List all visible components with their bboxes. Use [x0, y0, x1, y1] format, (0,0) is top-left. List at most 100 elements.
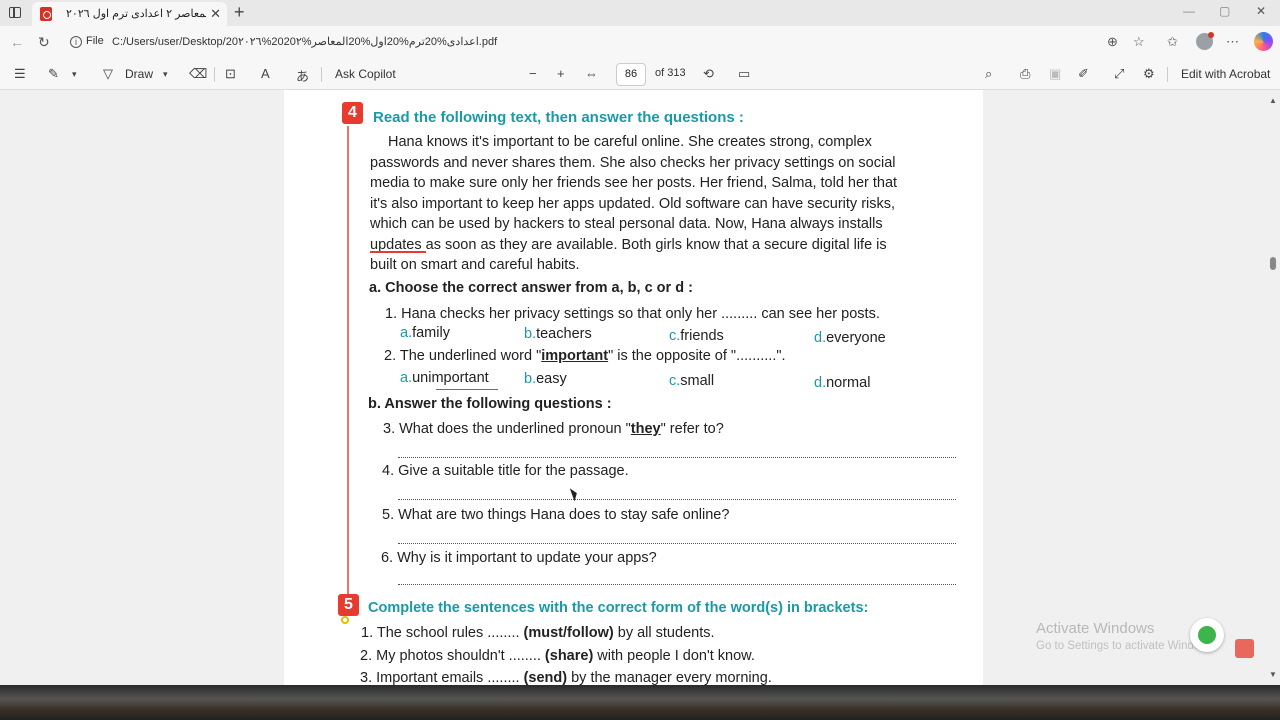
zoom-out-icon[interactable]: − — [529, 66, 537, 81]
scroll-thumb[interactable] — [1270, 257, 1276, 270]
zoom-in-icon[interactable]: + — [557, 66, 565, 81]
new-tab-button[interactable]: + — [234, 2, 245, 23]
activate-windows-subtitle: Go to Settings to activate Windows. — [1036, 640, 1218, 652]
option-text: friends — [680, 328, 724, 344]
settings-gear-icon[interactable]: ⚙ — [1143, 66, 1155, 82]
browser-tab[interactable]: المعاصر ٢ اعدادى ترم اول ٢٠٢٦.pdf ✕ — [32, 2, 227, 26]
question-text: " is the opposite of "..........". — [608, 348, 786, 364]
divider — [214, 67, 215, 82]
ask-copilot-button[interactable]: Ask Copilot — [335, 67, 396, 81]
rotate-icon[interactable]: ⟲ — [703, 66, 714, 82]
sentence-3: 3. Important emails ........ (send) by t… — [360, 670, 772, 685]
margin-line — [347, 126, 349, 596]
avatar[interactable] — [1196, 32, 1214, 50]
option-1b: b.teachers — [524, 326, 592, 342]
highlight-icon[interactable]: ✎ — [48, 66, 59, 82]
acrobat-icon[interactable] — [1235, 639, 1254, 658]
pdf-viewer[interactable]: 4 Read the following text, then answer t… — [0, 90, 1280, 685]
part-a-heading: a. Choose the correct answer from a, b, … — [369, 280, 693, 296]
passage-line: media to make sure only her friends see … — [370, 175, 898, 191]
floating-app-icon[interactable] — [1190, 618, 1224, 652]
translate-icon[interactable]: あ — [296, 66, 309, 85]
sentence-text: with people I don't know. — [593, 648, 755, 664]
passage-line: built on smart and careful habits. — [370, 257, 580, 273]
url-text: C:/Users/user/Desktop/20٢٠٢٦%20اعدادى%20… — [112, 36, 498, 48]
close-tab-icon[interactable]: ✕ — [210, 6, 221, 22]
sentence-text: 2. My photos shouldn't ........ — [360, 648, 545, 664]
scroll-up-icon[interactable]: ▲ — [1269, 96, 1277, 105]
question-number-badge: 5 — [338, 594, 359, 616]
minimize-icon[interactable]: — — [1183, 4, 1195, 18]
close-window-icon[interactable]: ✕ — [1256, 4, 1266, 18]
option-letter: b. — [524, 371, 537, 387]
divider — [321, 67, 322, 82]
page-total: of 313 — [655, 67, 686, 79]
copilot-icon[interactable] — [1254, 32, 1273, 51]
eraser-icon[interactable]: ⌫ — [189, 66, 207, 82]
edit-with-acrobat-button[interactable]: Edit with Acrobat — [1181, 67, 1270, 81]
annotation-underline — [370, 251, 426, 253]
option-1c: c.friends — [669, 328, 724, 344]
sentence-text: 3. Important emails ........ — [360, 670, 524, 685]
passage-line: Hana knows it's important to be careful … — [388, 134, 872, 150]
option-text: unimportant — [412, 370, 489, 386]
zoom-icon[interactable]: ⊕ — [1107, 34, 1118, 50]
option-text: easy — [536, 371, 567, 387]
maximize-icon[interactable]: ▢ — [1219, 4, 1230, 18]
passage-line: passwords and never shares them. She als… — [370, 154, 896, 171]
option-text: small — [680, 373, 715, 389]
underlined-word: they — [630, 421, 661, 437]
sidebar-toggle-icon[interactable] — [8, 5, 24, 21]
question-text: " refer to? — [660, 421, 724, 437]
answer-line — [398, 457, 956, 458]
option-text: family — [412, 325, 450, 341]
option-2d: d.normal — [814, 375, 870, 391]
favorite-star-icon[interactable]: ☆ — [1133, 34, 1145, 50]
fit-page-icon[interactable]: ⇔ — [585, 66, 598, 81]
text-box-icon[interactable]: ⊡ — [225, 66, 236, 82]
more-menu-icon[interactable]: ⋯ — [1226, 34, 1239, 50]
search-icon[interactable]: ⌕ — [985, 66, 992, 82]
pdf-page: 4 Read the following text, then answer t… — [284, 90, 983, 685]
page-number-input[interactable]: 86 — [616, 63, 646, 86]
draw-icon[interactable]: ▽ — [103, 66, 113, 82]
refresh-icon[interactable]: ↻ — [38, 34, 50, 51]
option-2c: c.small — [669, 373, 714, 389]
option-letter: a. — [400, 370, 413, 386]
favorites-icon[interactable]: ✩ — [1167, 34, 1178, 50]
underlined-word: important — [541, 348, 609, 364]
back-icon[interactable]: ← — [10, 34, 24, 50]
question-text: 2. The underlined word " — [384, 348, 542, 364]
annotation-underline — [436, 389, 498, 391]
answer-line — [398, 584, 956, 585]
url-field[interactable]: i File C:/Users/user/Desktop/20٢٠٢٦%20اع… — [64, 30, 1164, 55]
tab-title: المعاصر ٢ اعدادى ترم اول ٢٠٢٦.pdf — [66, 8, 206, 20]
info-icon[interactable]: i — [70, 36, 82, 48]
scroll-down-icon[interactable]: ▼ — [1269, 670, 1277, 679]
fullscreen-icon[interactable]: ⤢ — [1114, 66, 1124, 82]
read-aloud-icon[interactable]: A — [261, 66, 270, 81]
passage-line: updates as soon as they are available. B… — [370, 236, 887, 253]
question-number-badge: 4 — [342, 102, 363, 124]
option-1d: d.everyone — [814, 330, 886, 346]
pdf-toolbar: ☰ ✎ ▾ ▽ Draw ▾ ⌫ ⊡ A あ Ask Copilot − + ⇔… — [0, 59, 1280, 90]
option-text: normal — [826, 375, 871, 391]
reading-passage: Hana knows it's important to be careful … — [370, 132, 950, 276]
contents-icon[interactable]: ☰ — [14, 66, 26, 82]
answer-line — [398, 499, 956, 500]
draw-button[interactable]: Draw — [125, 67, 153, 81]
chevron-down-icon[interactable]: ▾ — [163, 69, 168, 80]
passage-line: it's also important to keep her apps upd… — [370, 195, 896, 212]
sentence-2: 2. My photos shouldn't ........ (share) … — [360, 648, 755, 664]
option-text: everyone — [826, 330, 886, 346]
chevron-down-icon[interactable]: ▾ — [72, 69, 77, 80]
vertical-scrollbar[interactable]: ▲ ▼ — [1266, 90, 1280, 685]
save-as-icon[interactable]: ✐ — [1078, 66, 1089, 82]
option-letter: c. — [669, 373, 681, 389]
title-bar: المعاصر ٢ اعدادى ترم اول ٢٠٢٦.pdf ✕ + — … — [0, 0, 1280, 26]
page-view-icon[interactable]: ▭ — [738, 66, 750, 82]
option-2a: a.unimportant — [400, 370, 489, 386]
save-icon[interactable]: ▣ — [1049, 66, 1061, 82]
question-heading: Read the following text, then answer the… — [373, 109, 744, 126]
print-icon[interactable]: ⎙ — [1020, 66, 1030, 82]
